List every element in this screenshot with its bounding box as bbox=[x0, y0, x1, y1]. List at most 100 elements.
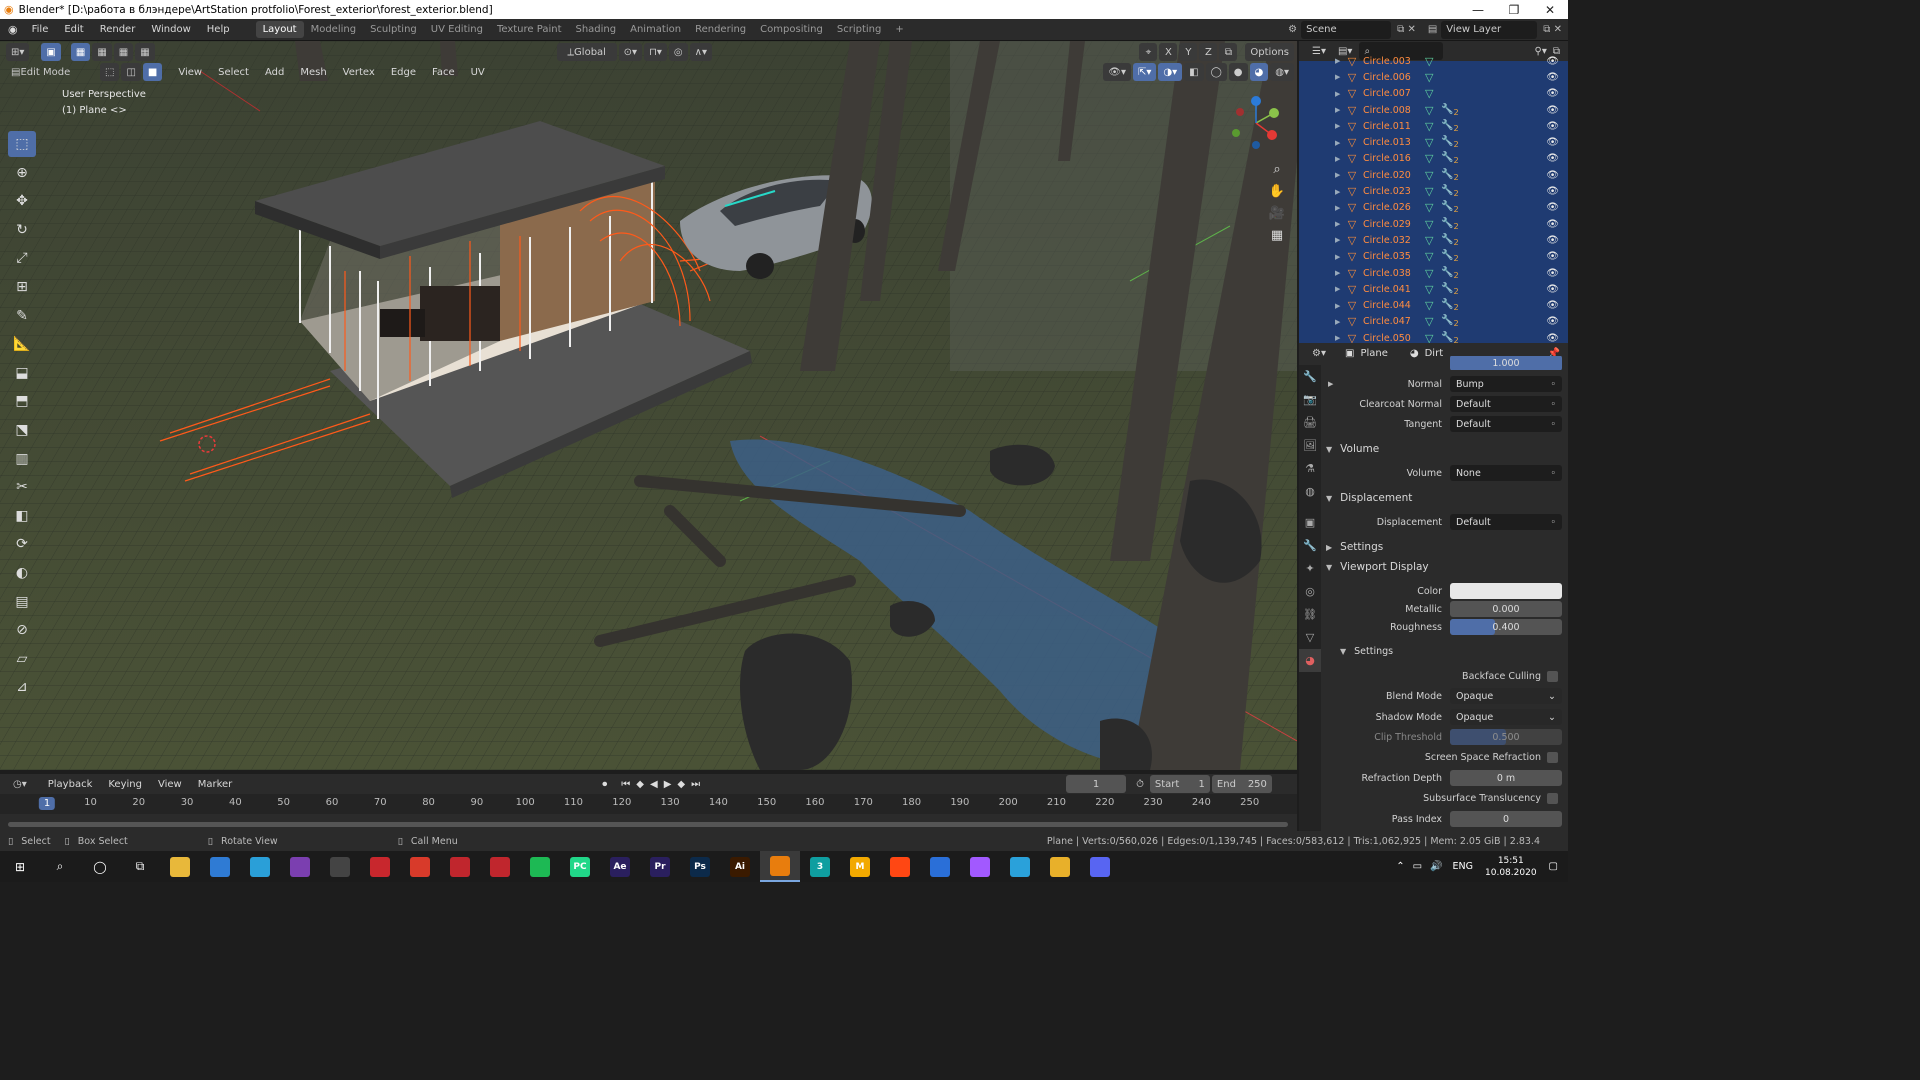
expand-arrow-icon[interactable]: ▶ bbox=[1335, 236, 1345, 244]
outliner-item[interactable]: ▶ ▽ Circle.013 ▽ 🔧2 👁 bbox=[1299, 134, 1568, 150]
ssr-checkbox[interactable] bbox=[1547, 751, 1558, 763]
outliner-item[interactable]: ▶ ▽ Circle.016 ▽ 🔧2 👁 bbox=[1299, 151, 1568, 167]
expand-arrow-icon[interactable]: ▶ bbox=[1335, 220, 1345, 228]
next-keyframe-icon[interactable]: ◆ bbox=[677, 779, 685, 790]
visibility-icon[interactable]: 👁▾ bbox=[1103, 63, 1131, 81]
gizmo-toggle-icon[interactable]: ⇱▾ bbox=[1132, 63, 1157, 81]
close-button[interactable]: ✕ bbox=[1532, 3, 1568, 17]
outliner-item[interactable]: ▶ ▽ Circle.007 ▽ 👁 bbox=[1299, 86, 1568, 102]
menu-select[interactable]: Select bbox=[210, 67, 257, 78]
after-effects-icon[interactable]: Ae bbox=[600, 851, 640, 882]
extend-select-icon[interactable]: ▦ bbox=[92, 43, 112, 61]
falloff-icon[interactable]: ∧▾ bbox=[689, 43, 712, 61]
tab-modeling[interactable]: Modeling bbox=[304, 21, 364, 38]
editor-type-button[interactable]: ⊞▾ bbox=[6, 43, 30, 61]
menu-uv[interactable]: UV bbox=[463, 67, 493, 78]
autocad-icon[interactable] bbox=[360, 851, 400, 882]
menu-view[interactable]: View bbox=[170, 67, 210, 78]
clip-threshold-slider[interactable]: 0.500 bbox=[1450, 729, 1562, 745]
spin-icon[interactable]: ⟳ bbox=[8, 531, 36, 557]
visibility-eye-icon[interactable]: 👁 bbox=[1546, 56, 1559, 67]
visibility-eye-icon[interactable]: 👁 bbox=[1546, 316, 1559, 327]
play-reverse-icon[interactable]: ◀ bbox=[650, 779, 658, 790]
smooth-icon[interactable]: ◐ bbox=[8, 560, 36, 586]
menu-timeline-view[interactable]: View bbox=[150, 779, 190, 790]
select-mode-icon[interactable]: ▣ bbox=[41, 43, 61, 61]
premiere-icon[interactable]: Pr bbox=[640, 851, 680, 882]
normal-expand-icon[interactable]: ▶ bbox=[1328, 380, 1333, 388]
play-icon[interactable]: ▶ bbox=[664, 779, 672, 790]
volume-field[interactable]: None ◦ bbox=[1450, 465, 1562, 481]
visibility-eye-icon[interactable]: 👁 bbox=[1546, 186, 1559, 197]
outliner-item[interactable]: ▶ ▽ Circle.032 ▽ 🔧2 👁 bbox=[1299, 232, 1568, 248]
visibility-eye-icon[interactable]: 👁 bbox=[1546, 137, 1559, 148]
blender-icon[interactable] bbox=[760, 851, 800, 882]
visibility-eye-icon[interactable]: 👁 bbox=[1546, 251, 1559, 262]
timeline-editor-type[interactable]: ◷▾ bbox=[8, 775, 32, 793]
xray-toggle-icon[interactable]: ◧ bbox=[1184, 63, 1204, 81]
end-frame-field[interactable]: End 250 bbox=[1211, 775, 1272, 793]
normal-field[interactable]: Bump ◦ bbox=[1450, 376, 1562, 392]
spotify-icon[interactable] bbox=[520, 851, 560, 882]
outliner-item[interactable]: ▶ ▽ Circle.038 ▽ 🔧2 👁 bbox=[1299, 265, 1568, 281]
outliner-item[interactable]: ▶ ▽ Circle.020 ▽ 🔧2 👁 bbox=[1299, 167, 1568, 183]
outliner-item[interactable]: ▶ ▽ Circle.035 ▽ 🔧2 👁 bbox=[1299, 249, 1568, 265]
alpha-field[interactable]: 1.000 bbox=[1450, 356, 1562, 370]
color-swatch[interactable] bbox=[1450, 583, 1562, 599]
chrome-icon[interactable] bbox=[1040, 851, 1080, 882]
menu-marker[interactable]: Marker bbox=[190, 779, 241, 790]
3d-viewport[interactable]: ⊞▾ ▣ ▦ ▦ ▦ ▦ ⟂ Global ⊙▾ ⊓▾ ◎ ∧▾ ⌖ X Y Z… bbox=[0, 41, 1297, 770]
blend-mode-select[interactable]: Opaque ⌄ bbox=[1450, 688, 1562, 704]
loop-cut-icon[interactable]: ▥ bbox=[8, 446, 36, 472]
modifier-properties-icon[interactable]: 🔧 bbox=[1299, 534, 1321, 557]
mirror-x-toggle[interactable]: X bbox=[1159, 43, 1178, 61]
output-properties-icon[interactable]: 🖨 bbox=[1299, 411, 1321, 434]
file-explorer-icon[interactable] bbox=[160, 851, 200, 882]
outliner-item[interactable]: ▶ ▽ Circle.047 ▽ 🔧2 👁 bbox=[1299, 314, 1568, 330]
visibility-eye-icon[interactable]: 👁 bbox=[1546, 333, 1559, 343]
menu-add[interactable]: Add bbox=[257, 67, 292, 78]
pass-index-field[interactable]: 0 bbox=[1450, 811, 1562, 827]
expand-arrow-icon[interactable]: ▶ bbox=[1335, 155, 1345, 163]
constraints-icon[interactable]: ⛓ bbox=[1299, 603, 1321, 626]
cursor-icon[interactable]: ⊕ bbox=[8, 160, 36, 186]
outliner-item[interactable]: ▶ ▽ Circle.008 ▽ 🔧2 👁 bbox=[1299, 102, 1568, 118]
unity-hub-icon[interactable] bbox=[320, 851, 360, 882]
refraction-depth-field[interactable]: 0 m bbox=[1450, 770, 1562, 786]
outliner-item[interactable]: ▶ ▽ Circle.050 ▽ 🔧2 👁 bbox=[1299, 330, 1568, 343]
render-properties-icon[interactable]: 📷 bbox=[1299, 388, 1321, 411]
sub-settings-section[interactable]: ▼ Settings bbox=[1340, 646, 1393, 657]
menu-playback[interactable]: Playback bbox=[40, 779, 101, 790]
edge-slide-icon[interactable]: ▤ bbox=[8, 589, 36, 615]
world-properties-icon[interactable]: ◍ bbox=[1299, 480, 1321, 503]
visibility-eye-icon[interactable]: 👁 bbox=[1546, 202, 1559, 213]
outliner-item[interactable]: ▶ ▽ Circle.006 ▽ 👁 bbox=[1299, 69, 1568, 85]
record-icon[interactable]: ⏺ bbox=[602, 779, 607, 790]
tab-scripting[interactable]: Scripting bbox=[830, 21, 888, 38]
wireframe-shading-icon[interactable]: ◯ bbox=[1205, 63, 1227, 81]
bevel-icon[interactable]: ⬔ bbox=[8, 417, 36, 443]
visibility-eye-icon[interactable]: 👁 bbox=[1546, 235, 1559, 246]
transform-orientation-select[interactable]: ⟂ Global bbox=[556, 43, 617, 61]
object-properties-icon[interactable]: ▣ bbox=[1299, 511, 1321, 534]
mirror-icon[interactable]: ⌖ bbox=[1139, 43, 1158, 61]
pivot-point-icon[interactable]: ⊙▾ bbox=[618, 43, 643, 61]
outliner-item[interactable]: ▶ ▽ Circle.041 ▽ 🔧2 👁 bbox=[1299, 281, 1568, 297]
visibility-eye-icon[interactable]: 👁 bbox=[1546, 170, 1559, 181]
tab-rendering[interactable]: Rendering bbox=[688, 21, 753, 38]
displacement-field[interactable]: Default ◦ bbox=[1450, 514, 1562, 530]
expand-arrow-icon[interactable]: ▶ bbox=[1335, 122, 1345, 130]
tool-settings-icon[interactable]: 🔧 bbox=[1299, 365, 1321, 388]
menu-mesh[interactable]: Mesh bbox=[292, 67, 334, 78]
scene-properties-icon[interactable]: ⚗ bbox=[1299, 457, 1321, 480]
proportional-edit-icon[interactable]: ◎ bbox=[668, 43, 688, 61]
jump-start-icon[interactable]: ⏮ bbox=[621, 779, 630, 790]
network-icon[interactable]: ▭ bbox=[1413, 861, 1422, 872]
particles-icon[interactable]: ✦ bbox=[1299, 557, 1321, 580]
snap-icon[interactable]: ⊓▾ bbox=[644, 43, 667, 61]
expand-arrow-icon[interactable]: ▶ bbox=[1335, 90, 1345, 98]
menu-edge[interactable]: Edge bbox=[383, 67, 424, 78]
new-scene-icon[interactable]: ⧉ ✕ bbox=[1397, 24, 1416, 35]
outliner-item[interactable]: ▶ ▽ Circle.029 ▽ 🔧2 👁 bbox=[1299, 216, 1568, 232]
edit-mode-select[interactable]: ▤ Edit Mode bbox=[6, 63, 92, 81]
